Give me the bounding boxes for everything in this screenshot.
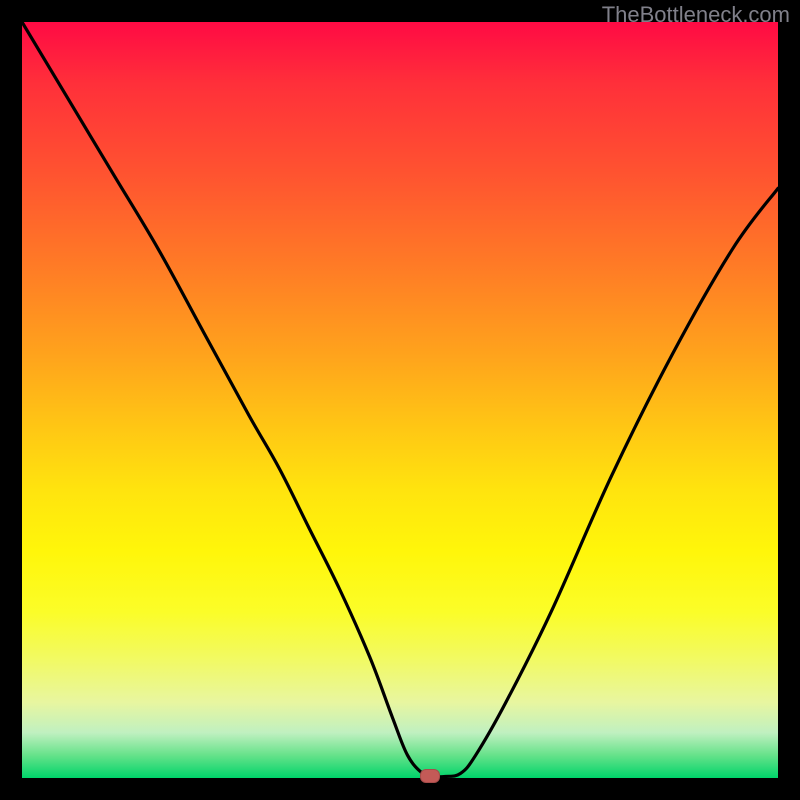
chart-frame: TheBottleneck.com: [0, 0, 800, 800]
plot-area: [22, 22, 778, 778]
bottleneck-curve: [22, 22, 778, 778]
watermark: TheBottleneck.com: [602, 2, 790, 28]
optimal-marker: [420, 769, 440, 783]
